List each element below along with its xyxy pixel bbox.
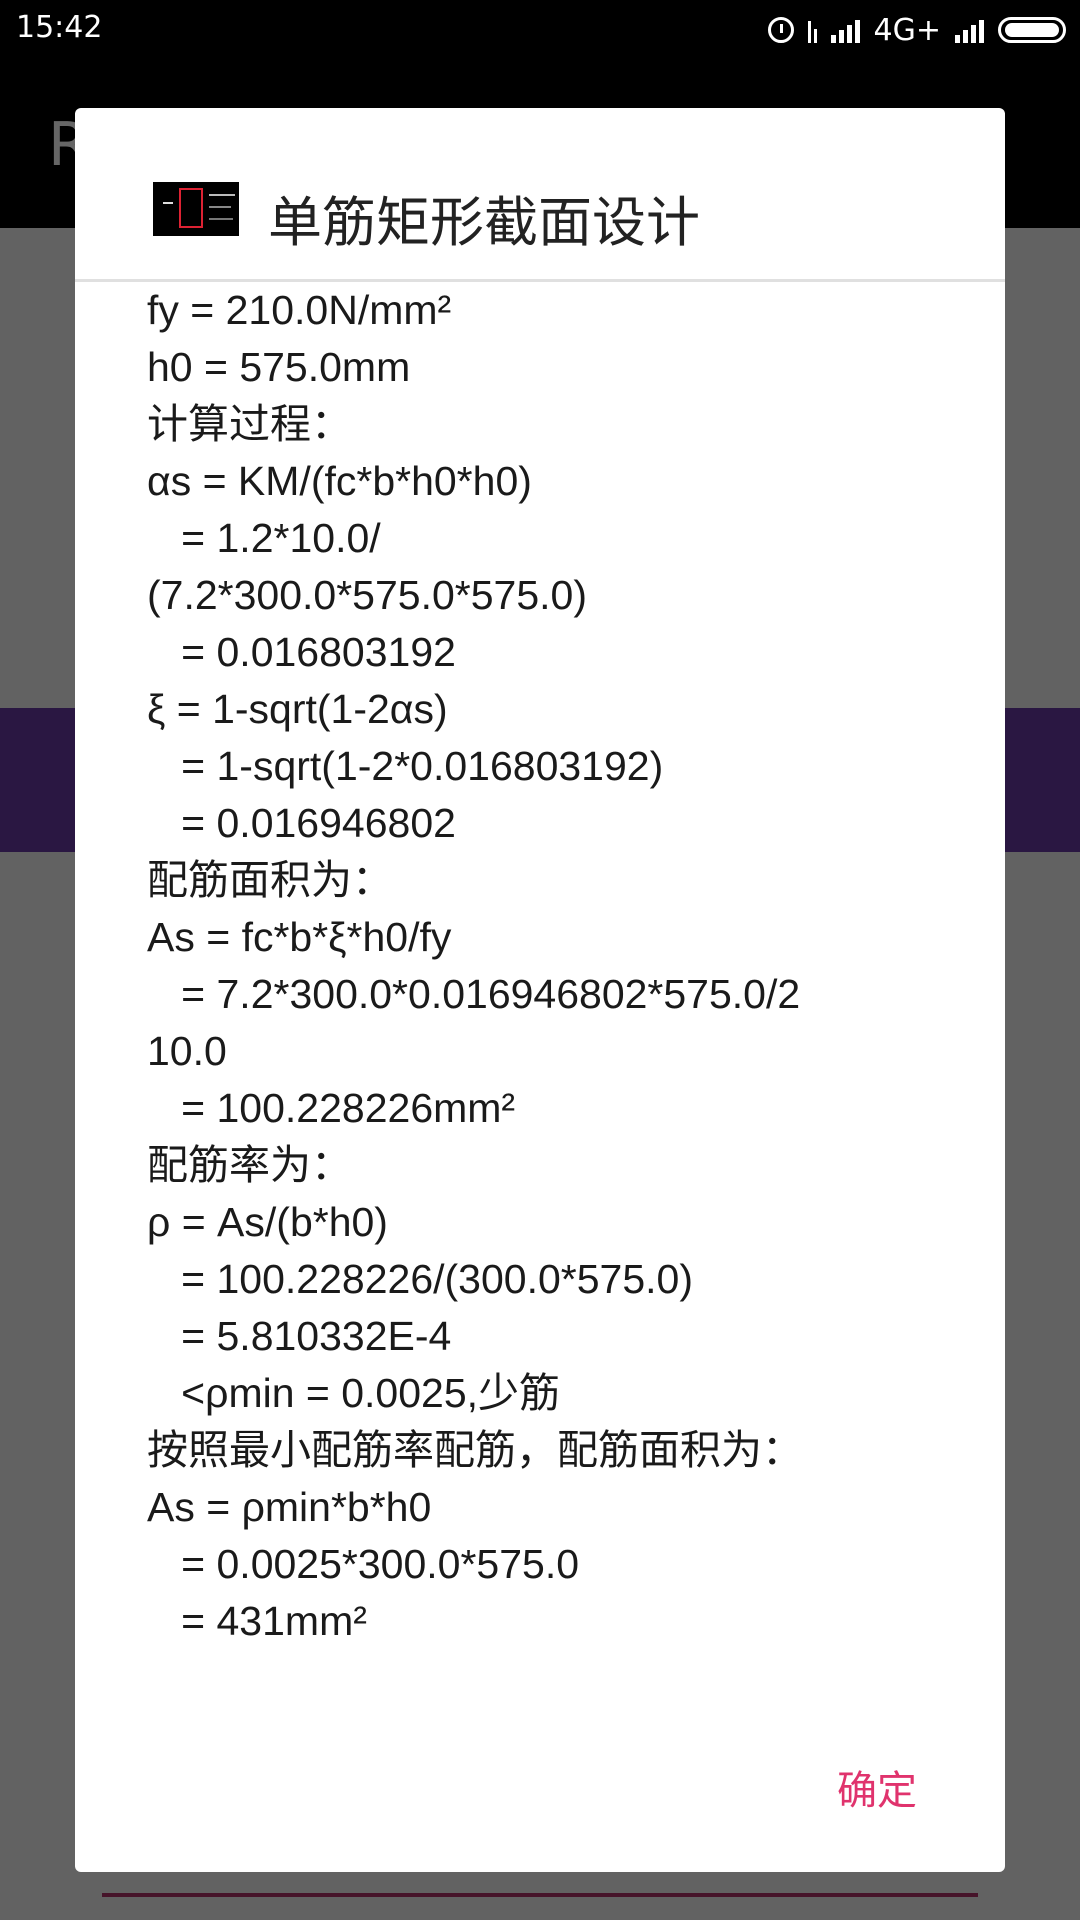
message-line: 配筋面积为：	[147, 857, 393, 903]
message-line: = 0.0025*300.0*575.0	[147, 1541, 580, 1587]
message-line: = 5.810332E-4	[147, 1313, 452, 1359]
message-line: 计算过程：	[147, 401, 352, 447]
status-icons: 4G+	[767, 8, 1066, 52]
message-line: As = ρmin*b*h0	[147, 1484, 432, 1530]
message-line: = 431mm²	[147, 1598, 367, 1644]
message-line: = 1.2*10.0/	[147, 515, 381, 561]
message-line: = 0.016946802	[147, 800, 456, 846]
message-line: 配筋率为：	[147, 1142, 352, 1188]
signal-icon-2	[955, 17, 984, 43]
message-line: fy = 210.0N/mm²	[147, 287, 452, 333]
message-line: 按照最小配筋率配筋，配筋面积为：	[147, 1427, 803, 1473]
message-line: = 0.016803192	[147, 629, 456, 675]
status-time: 15:42	[16, 10, 103, 45]
message-line: = 1-sqrt(1-2*0.016803192)	[147, 743, 664, 789]
message-line: 10.0	[147, 1028, 227, 1074]
message-line: = 100.228226mm²	[147, 1085, 516, 1131]
status-bar: 15:42 4G+	[0, 0, 1080, 60]
dialog-message[interactable]: fy = 210.0N/mm² h0 = 575.0mm 计算过程： αs = KM/…	[147, 282, 967, 1792]
message-line: ξ = 1-sqrt(1-2αs)	[147, 686, 448, 732]
dialog-title: 单筋矩形截面设计	[268, 191, 700, 254]
message-line: h0 = 575.0mm	[147, 344, 411, 390]
message-line: <ρmin = 0.0025,少筋	[147, 1370, 561, 1416]
result-dialog: 单筋矩形截面设计 fy = 210.0N/mm² h0 = 575.0mm 计算过程…	[75, 108, 1005, 1872]
battery-icon	[998, 17, 1066, 43]
signal-icon	[830, 17, 860, 43]
network-type-label: 4G+	[873, 12, 941, 48]
app-thumbnail-icon	[153, 182, 239, 236]
message-line: = 7.2*300.0*0.016946802*575.0/2	[147, 971, 801, 1017]
message-line: ρ = As/(b*h0)	[147, 1199, 388, 1245]
message-line: = 100.228226/(300.0*575.0)	[147, 1256, 693, 1302]
data-transfer-icon	[807, 17, 817, 43]
alarm-icon	[767, 17, 794, 43]
message-line: (7.2*300.0*575.0*575.0)	[147, 572, 587, 618]
message-line: αs = KM/(fc*b*h0*h0)	[147, 458, 532, 504]
screen: 15:42 4G+ R 单筋矩形截面设计	[0, 0, 1080, 1920]
message-line: As = fc*b*ξ*h0/fy	[147, 914, 452, 960]
dialog-header: 单筋矩形截面设计	[75, 108, 1005, 282]
confirm-button[interactable]: 确定	[837, 1758, 917, 1816]
